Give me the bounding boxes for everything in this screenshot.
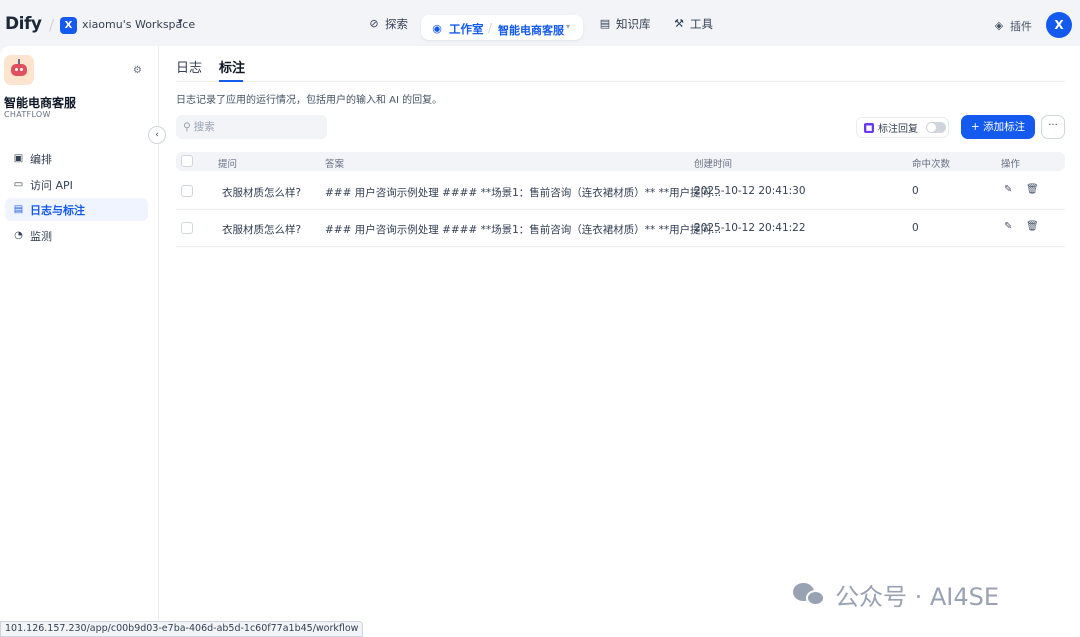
nav-studio-label: 工作室 [449, 22, 484, 36]
divider [176, 81, 1065, 82]
nav-tools[interactable]: ⚒ 工具 [673, 16, 713, 32]
avatar[interactable]: X [1046, 12, 1072, 38]
column-header: 创建时间 [694, 159, 733, 170]
hammer-icon: ⚒ [674, 17, 684, 30]
sidebar-item-logs[interactable]: ▤ 日志与标注 [5, 198, 148, 221]
tab-annotations[interactable]: 标注 [219, 57, 245, 76]
edit-icon[interactable]: ✎ [1004, 221, 1012, 232]
nav-explore-label: 探索 [385, 17, 408, 31]
tab-logs[interactable]: 日志 [176, 57, 202, 76]
nav-tools-label: 工具 [690, 17, 713, 31]
terminal-icon: ▭ [13, 179, 24, 190]
add-annotation-label: 添加标注 [983, 121, 1026, 133]
sidebar-item-label: 监测 [30, 229, 52, 243]
toggle-switch[interactable] [926, 122, 946, 133]
edit-icon[interactable]: ✎ [1004, 184, 1012, 195]
hit-count-cell: 0 [912, 222, 919, 234]
dashboard-icon: ◔ [14, 230, 23, 241]
message-icon: ■ [864, 122, 874, 133]
separator: / [49, 16, 55, 34]
column-header: 答案 [325, 159, 345, 170]
hit-count-cell: 0 [912, 185, 919, 197]
question-cell: 衣服材质怎么样? [222, 187, 302, 199]
trash-icon[interactable]: 🗑 [1026, 184, 1039, 195]
app-robot-icon [4, 55, 34, 85]
table-header: 提问 答案 创建时间 命中次数 操作 [176, 152, 1065, 171]
active-tab-indicator [219, 80, 243, 82]
column-header: 操作 [1001, 159, 1021, 170]
add-annotation-button[interactable]: + 添加标注 [961, 115, 1035, 139]
plus-icon: + [970, 121, 980, 133]
collapse-sidebar-button[interactable]: ‹ [148, 126, 166, 144]
select-all-checkbox[interactable] [181, 155, 193, 167]
page-description: 日志记录了应用的运行情况，包括用户的输入和 AI 的回复。 [176, 95, 443, 106]
cube-icon: ◈ [994, 19, 1004, 32]
sidebar-item-label: 访问 API [30, 178, 73, 192]
robot-icon: ◉ [432, 22, 442, 35]
workspace-badge[interactable]: X [60, 17, 77, 34]
table-row[interactable]: 衣服材质怎么样? ### 用户咨询示例处理 #### **场景1：售前咨询（连衣… [176, 173, 1065, 210]
plugins-label: 插件 [1010, 20, 1032, 33]
sidebar: ⚙ 智能电商客服 CHATFLOW ▣ 编排 ▭ 访问 API ▤ 日志与标注 … [0, 46, 159, 637]
current-app-selector[interactable]: 智能电商客服 [498, 22, 564, 38]
app-type: CHATFLOW [4, 110, 51, 119]
chevron-down-icon[interactable]: ▾ [566, 22, 570, 31]
logo-text: Dify [5, 14, 42, 34]
more-options-button[interactable]: ··· [1041, 115, 1065, 139]
status-bar-url: 101.126.157.230/app/c00b9d03-e7ba-406d-a… [0, 621, 364, 637]
search-icon: ⚲ [183, 121, 191, 133]
file-text-icon: ▤ [13, 204, 24, 215]
column-header: 提问 [218, 159, 238, 170]
top-navigation-bar: Dify / X xiaomu's Workspace ▾ ⊘ 探索 ◉ 工作室… [0, 4, 1080, 46]
watermark: 公众号 · AI4SE [793, 577, 999, 612]
annotation-reply-label: 标注回复 [878, 124, 918, 135]
row-checkbox[interactable] [181, 185, 193, 197]
separator: / [488, 21, 493, 35]
trash-icon[interactable]: 🗑 [1026, 221, 1039, 232]
search-placeholder: 搜索 [193, 121, 215, 133]
nav-knowledge[interactable]: ▤ 知识库 [599, 16, 651, 32]
app-name: 智能电商客服 [4, 96, 77, 110]
sidebar-item-orchestrate[interactable]: ▣ 编排 [5, 147, 148, 170]
sidebar-item-api[interactable]: ▭ 访问 API [5, 173, 148, 196]
sidebar-item-monitor[interactable]: ◔ 监测 [5, 224, 148, 247]
settings-icon[interactable]: ⚙ [133, 65, 142, 76]
created-time-cell: 2025-10-12 20:41:22 [694, 222, 806, 234]
annotation-reply-toggle[interactable]: ■ 标注回复 [856, 117, 949, 138]
answer-cell: ### 用户咨询示例处理 #### **场景1：售前咨询（连衣裙材质）** **… [325, 224, 722, 236]
nav-knowledge-label: 知识库 [616, 17, 651, 31]
layout-icon: ▣ [13, 153, 24, 164]
sidebar-item-label: 编排 [30, 152, 52, 166]
sidebar-item-label: 日志与标注 [30, 203, 85, 217]
wechat-icon [793, 581, 827, 609]
search-input[interactable]: ⚲ 搜索 [176, 115, 327, 139]
table-row[interactable]: 衣服材质怎么样? ### 用户咨询示例处理 #### **场景1：售前咨询（连衣… [176, 210, 1065, 247]
chevron-down-icon[interactable]: ▾ [178, 17, 183, 27]
main-panel: 日志 标注 日志记录了应用的运行情况，包括用户的输入和 AI 的回复。 ⚲ 搜索… [159, 46, 1080, 637]
row-checkbox[interactable] [181, 222, 193, 234]
created-time-cell: 2025-10-12 20:41:30 [694, 185, 806, 197]
nav-explore[interactable]: ⊘ 探索 [368, 16, 408, 32]
nav-studio[interactable]: ◉ 工作室 / 智能电商客服 ▾ [421, 15, 583, 40]
book-icon: ▤ [599, 17, 611, 30]
question-cell: 衣服材质怎么样? [222, 224, 302, 236]
plugins-button[interactable]: ◈ 插件 [993, 18, 1032, 34]
answer-cell: ### 用户咨询示例处理 #### **场景1：售前咨询（连衣裙材质）** **… [325, 187, 722, 199]
compass-icon: ⊘ [369, 17, 379, 30]
column-header: 命中次数 [912, 159, 951, 170]
dify-logo[interactable]: Dify [5, 14, 42, 34]
watermark-text: 公众号 · AI4SE [835, 583, 1000, 611]
